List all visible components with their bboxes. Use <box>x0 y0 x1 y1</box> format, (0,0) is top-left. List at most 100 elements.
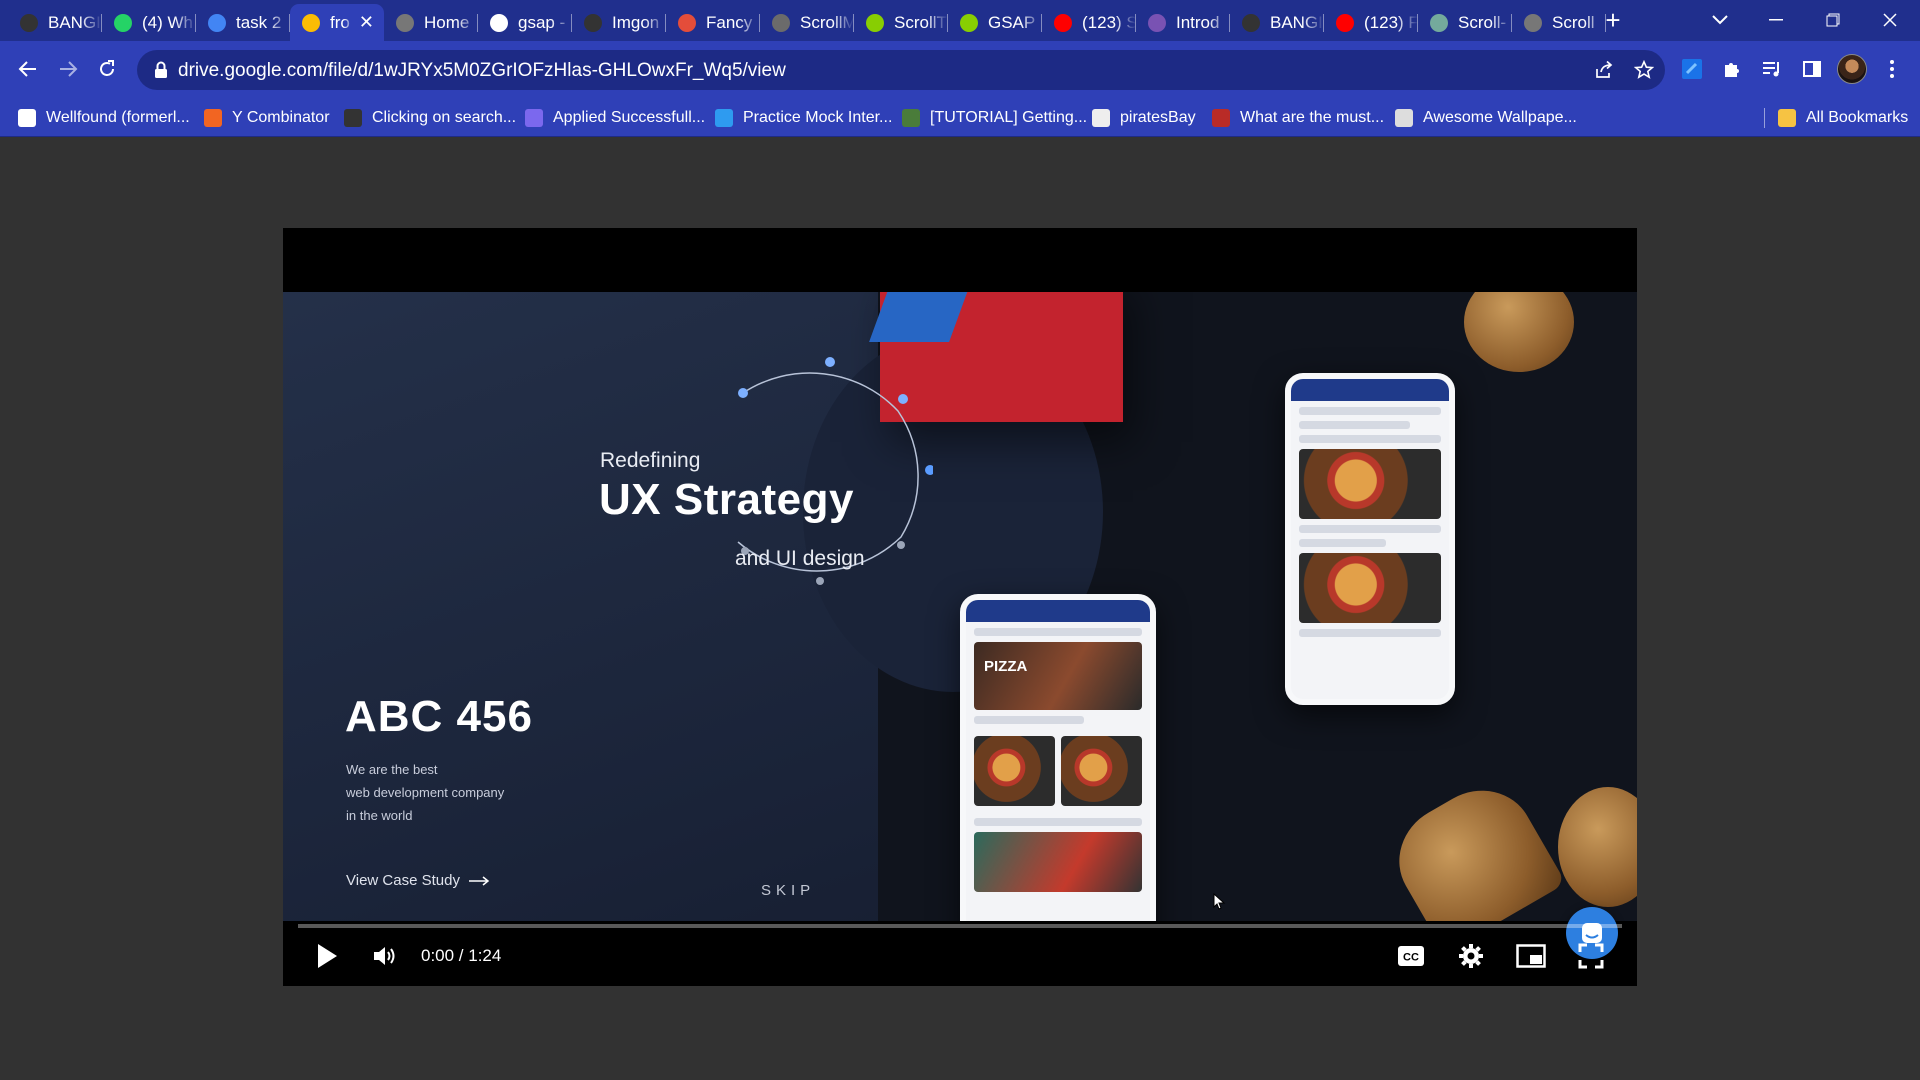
bookmark-item[interactable]: Practice Mock Inter... <box>715 99 892 136</box>
restore-button[interactable] <box>1805 0 1861 40</box>
bookmark-item[interactable]: What are the must... <box>1212 99 1384 136</box>
mouse-cursor <box>1213 893 1226 910</box>
puzzle-icon <box>1725 63 1739 77</box>
tab-title: ScrollM <box>800 12 854 32</box>
play-button[interactable] <box>305 934 349 978</box>
url-text[interactable]: drive.google.com/file/d/1wJRYx5M0ZGrIOFz… <box>178 60 786 82</box>
all-bookmarks-button[interactable]: All Bookmarks <box>1778 99 1908 136</box>
browser-tab[interactable]: BANGI <box>8 4 102 41</box>
fullscreen-icon <box>1578 943 1604 969</box>
minimize-button[interactable] <box>1748 0 1804 40</box>
back-button[interactable] <box>12 53 44 85</box>
volume-button[interactable] <box>363 934 407 978</box>
chatgpt-icon <box>1430 13 1448 32</box>
more-vert-icon <box>1890 60 1894 78</box>
hero-sub-heading: and UI design <box>735 547 865 570</box>
share-button[interactable] <box>1591 57 1617 83</box>
star-icon <box>1634 60 1654 79</box>
browser-tab[interactable]: task 2 <box>196 4 290 41</box>
captions-button[interactable]: CC <box>1388 934 1434 978</box>
tagline-line: web development company <box>346 785 505 800</box>
browser-tab[interactable]: ScrollM <box>760 4 854 41</box>
new-tab-button[interactable]: + <box>1598 5 1628 36</box>
browser-tab[interactable]: (4) Wh <box>102 4 196 41</box>
bookmark-item[interactable]: Applied Successfull... <box>525 99 705 136</box>
avatar <box>1837 54 1867 84</box>
folder-icon <box>1778 108 1796 127</box>
browser-tab[interactable]: ScrollT <box>854 4 948 41</box>
close-window-button[interactable] <box>1862 0 1918 40</box>
close-tab-icon[interactable]: ✕ <box>359 12 374 33</box>
miniplayer-button[interactable] <box>1508 934 1554 978</box>
time-display: 0:00 / 1:24 <box>421 946 502 965</box>
bookmark-star-button[interactable] <box>1631 57 1657 83</box>
pirate-icon <box>1092 108 1110 127</box>
progress-bar[interactable] <box>298 924 1622 928</box>
phone-mockup-front: PIZZA <box>960 594 1156 921</box>
ycombinator-icon <box>204 108 222 127</box>
github-icon <box>584 13 602 32</box>
extensions-button[interactable] <box>1717 54 1747 84</box>
browser-tab[interactable]: GSAP <box>948 4 1042 41</box>
video-player[interactable]: Redefining UX Strategy and UI design ABC… <box>283 228 1637 986</box>
chrome-menu-button[interactable] <box>1877 54 1907 84</box>
forward-button[interactable] <box>52 53 84 85</box>
bookmark-label: [TUTORIAL] Getting... <box>930 108 1088 126</box>
profile-button[interactable] <box>1837 54 1867 84</box>
settings-button[interactable] <box>1448 934 1494 978</box>
browser-tab[interactable]: Fancy <box>666 4 760 41</box>
browser-tab[interactable]: (123) S <box>1042 4 1136 41</box>
check-circle-icon <box>715 108 733 127</box>
tagline-line: in the world <box>346 808 413 823</box>
browser-tab[interactable]: Scroll <box>1512 4 1606 41</box>
fullscreen-button[interactable] <box>1568 934 1614 978</box>
wallpaper-icon <box>1395 108 1413 127</box>
bookmarks-bar: Wellfound (formerl... Y Combinator Clickin… <box>0 99 1920 137</box>
skip-label: SKIP <box>761 882 816 899</box>
side-panel-button[interactable] <box>1797 54 1827 84</box>
lock-icon[interactable] <box>151 60 171 80</box>
browser-tab[interactable]: BANGI <box>1230 4 1324 41</box>
tab-title: Home <box>424 12 470 32</box>
arrow-left-icon <box>18 61 36 77</box>
bookmark-label: Clicking on search... <box>372 108 517 126</box>
video-frame[interactable]: Redefining UX Strategy and UI design ABC… <box>283 292 1637 921</box>
github-icon <box>344 108 362 127</box>
browser-tab[interactable]: (123) F <box>1324 4 1418 41</box>
bookmark-item[interactable]: Clicking on search... <box>344 99 516 136</box>
browser-tab[interactable]: Introd <box>1136 4 1230 41</box>
bookmark-label: Awesome Wallpape... <box>1423 108 1577 126</box>
google-drive-icon <box>302 13 320 32</box>
bookmarks-divider <box>1764 108 1765 128</box>
tab-title: fro <box>330 12 350 32</box>
bookmark-item[interactable]: Wellfound (formerl... <box>18 99 190 136</box>
share-icon <box>1596 60 1613 78</box>
bookmark-label: Applied Successfull... <box>553 108 706 126</box>
chevron-down-icon <box>1712 15 1728 25</box>
restore-icon <box>1826 13 1840 27</box>
browser-tab[interactable]: gsap - <box>478 4 572 41</box>
browser-tab[interactable]: Home <box>384 4 478 41</box>
bookmark-label: Wellfound (formerl... <box>46 108 190 126</box>
browser-tab[interactable]: Imgon <box>572 4 666 41</box>
bookmark-item[interactable]: piratesBay <box>1092 99 1196 136</box>
gear-icon <box>1459 944 1483 968</box>
extension-blue-icon <box>1682 59 1702 79</box>
address-bar[interactable]: drive.google.com/file/d/1wJRYx5M0ZGrIOFz… <box>137 50 1665 90</box>
reload-button[interactable] <box>91 53 123 85</box>
minimize-icon <box>1769 19 1783 21</box>
bookmark-item[interactable]: Y Combinator <box>204 99 330 136</box>
google-docs-icon <box>208 13 226 32</box>
bookmark-item[interactable]: Awesome Wallpape... <box>1395 99 1577 136</box>
check-icon <box>525 108 543 127</box>
media-controls-button[interactable] <box>1757 54 1787 84</box>
play-icon <box>318 944 337 968</box>
bookmark-item[interactable]: [TUTORIAL] Getting... <box>902 99 1087 136</box>
browser-tab[interactable]: Scroll- <box>1418 4 1512 41</box>
extension-button[interactable] <box>1677 54 1707 84</box>
youtube-icon <box>1054 13 1072 32</box>
browser-tab[interactable]: fro ✕ <box>290 4 384 41</box>
case-study-label: View Case Study <box>346 872 460 889</box>
tab-search-button[interactable] <box>1692 0 1748 40</box>
tab-title: (123) S <box>1082 12 1136 32</box>
